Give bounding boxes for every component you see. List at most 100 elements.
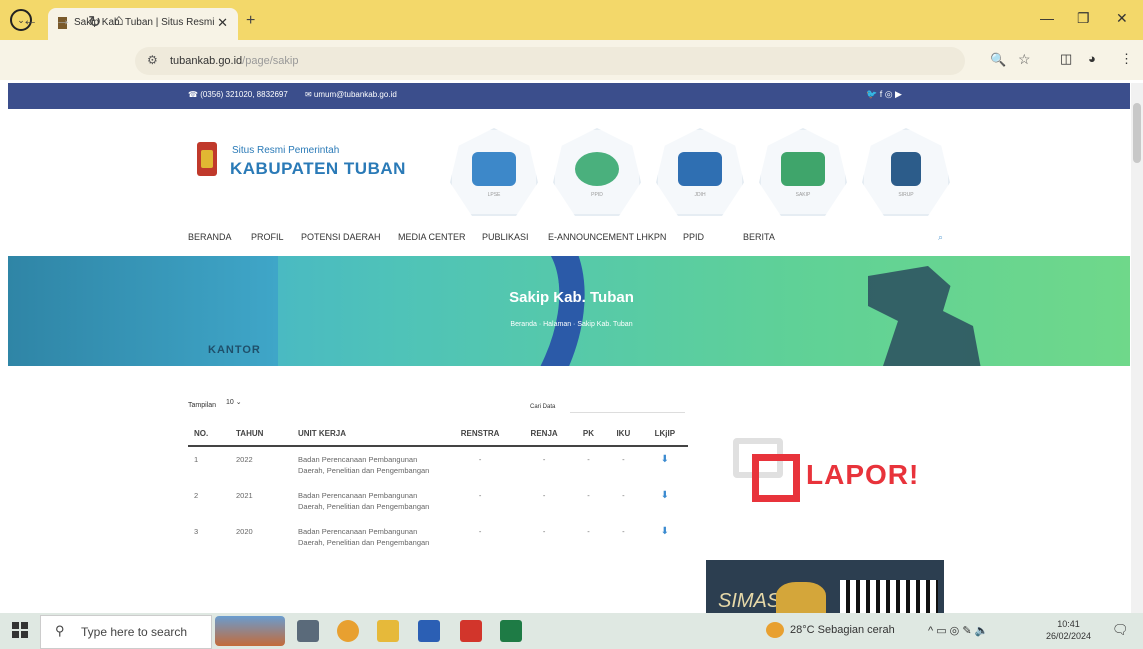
search-input[interactable] [570, 398, 685, 413]
search-highlight-image [215, 616, 285, 646]
sakip-table: NO. TAHUN UNIT KERJA RENSTRA RENJA PK IK… [188, 422, 688, 555]
lpse-icon [472, 152, 516, 186]
cell-iku: - [622, 527, 625, 536]
home-icon[interactable]: ⌂ [114, 12, 124, 30]
col-lkjip: LKjIP [641, 422, 688, 447]
reload-icon[interactable]: ↻ [88, 12, 101, 32]
task-view-icon[interactable] [297, 620, 319, 642]
banner-horse-statue [868, 266, 981, 366]
weather-text[interactable]: 28°C Sebagian cerah [790, 624, 895, 636]
main-menu: BERANDA PROFIL POTENSI DAERAH MEDIA CENT… [188, 232, 988, 248]
simas-banner[interactable]: SIMAS [706, 560, 944, 616]
quick-link-label: SAKIP [795, 192, 811, 198]
menu-item-e-announcement[interactable]: E-ANNOUNCEMENT LHKPN [548, 232, 666, 242]
bookmark-star-icon[interactable]: ☆ [1018, 51, 1031, 68]
table-row: 1 2022 Badan Perencanaan Pembangunan Dae… [188, 446, 688, 483]
menu-item-beranda[interactable]: BERANDA [188, 232, 232, 242]
menu-item-media-center[interactable]: MEDIA CENTER [398, 232, 466, 242]
new-tab-button[interactable]: + [246, 12, 255, 30]
table-row: 2 2021 Badan Perencanaan Pembangunan Dae… [188, 483, 688, 519]
taskbar-search-input[interactable]: ⚲ Type here to search [40, 615, 212, 649]
menu-item-profil[interactable]: PROFIL [251, 232, 284, 242]
cell-renstra: - [478, 455, 482, 464]
clock-date: 26/02/2024 [1046, 631, 1092, 641]
contact-email[interactable]: ✉ umum@tubankab.go.id [305, 90, 397, 99]
download-icon[interactable]: ⬇ [661, 526, 669, 537]
site-info-icon[interactable]: ⚙ [147, 53, 158, 67]
quick-link-lpse[interactable]: LPSE [450, 128, 538, 216]
cell-renstra: - [478, 527, 482, 536]
notification-icon[interactable]: 🗨 [1112, 622, 1129, 638]
cell-tahun: 2022 [236, 455, 253, 464]
url-text[interactable]: tubankab.go.id/page/sakip [170, 55, 298, 67]
quick-link-label: LPSE [487, 192, 501, 198]
system-tray-icons[interactable]: ^ ▭ ◎ ✎ 🔈 [928, 624, 988, 637]
profile-avatar-icon[interactable]: ◕ [1088, 51, 1096, 66]
page-banner: KANTOR [8, 256, 1130, 366]
cell-renja: - [542, 491, 546, 500]
cell-no: 1 [194, 455, 199, 464]
cell-pk: - [587, 491, 590, 500]
word-icon[interactable] [418, 620, 440, 642]
excel-icon[interactable] [500, 620, 522, 642]
minimize-button[interactable]: — [1040, 10, 1054, 26]
social-icons[interactable]: 🐦 f ◎ ▶ [866, 89, 902, 100]
simas-emblem-icon [776, 582, 826, 616]
cell-lkjip: ⬇ [642, 446, 688, 483]
menu-item-potensi-daerah[interactable]: POTENSI DAERAH [301, 232, 381, 242]
scrollbar-thumb[interactable] [1133, 103, 1141, 163]
page-title: Sakip Kab. Tuban [509, 289, 634, 306]
search-label: Cari Data [530, 404, 556, 410]
quick-link-label: PPID [591, 192, 603, 198]
browser-tab[interactable]: Sakip Kab. Tuban | Situs Resmi ✕ [48, 8, 238, 40]
clock-time: 10:41 [1057, 619, 1080, 629]
lapor-banner[interactable]: LAPOR! [806, 459, 919, 491]
windows-start-icon[interactable] [12, 622, 28, 638]
entries-select[interactable]: 10 ⌄ [226, 398, 264, 412]
table-row: 3 2020 Badan Perencanaan Pembangunan Dae… [188, 519, 688, 555]
search-icon[interactable]: ⌕ [938, 232, 943, 243]
chrome-icon[interactable] [337, 620, 359, 642]
entries-value: 10 [226, 399, 234, 406]
page-scrollbar[interactable] [1131, 83, 1143, 615]
restore-button[interactable]: ❐ [1077, 10, 1090, 27]
quick-link-ppid[interactable]: PPID [553, 128, 641, 216]
menu-item-ppid[interactable]: PPID [683, 232, 704, 242]
tuban-crest-logo[interactable] [197, 142, 217, 176]
col-renstra: RENSTRA [444, 422, 517, 447]
site-subtitle: Situs Resmi Pemerintah [232, 145, 340, 156]
sakip-icon [781, 152, 825, 186]
close-window-button[interactable]: ✕ [1116, 10, 1128, 27]
breadcrumb[interactable]: Beranda · Halaman · Sakip Kab. Tuban [0, 321, 1143, 328]
taskbar-search-placeholder: Type here to search [81, 625, 188, 639]
file-explorer-icon[interactable] [377, 620, 399, 642]
quick-link-jdih[interactable]: JDIH [656, 128, 744, 216]
col-tahun: TAHUN [230, 422, 292, 447]
zoom-icon[interactable]: 🔍 [990, 52, 1006, 68]
side-panel-icon[interactable]: ◫ [1060, 51, 1072, 67]
download-icon[interactable]: ⬇ [661, 490, 669, 501]
scales-icon [891, 152, 921, 186]
search-icon: ⚲ [55, 623, 65, 638]
site-contact-bar: ☎ (0356) 321020, 8832697 ✉ umum@tubankab… [8, 83, 1130, 109]
more-menu-icon[interactable]: ⋮ [1120, 51, 1133, 67]
col-renja: RENJA [516, 422, 572, 447]
forward-arrow-icon[interactable]: → [55, 12, 71, 30]
url-host: tubankab.go.id [170, 55, 243, 67]
back-arrow-icon[interactable]: ← [22, 12, 38, 30]
pdf-reader-icon[interactable] [460, 620, 482, 642]
menu-item-publikasi[interactable]: PUBLIKASI [482, 232, 529, 242]
cell-lkjip: ⬇ [642, 483, 688, 519]
cell-iku: - [622, 491, 625, 500]
taskbar-clock[interactable]: 10:41 26/02/2024 [1046, 618, 1091, 642]
quick-link-sakip[interactable]: SAKIP [759, 128, 847, 216]
site-title[interactable]: KABUPATEN TUBAN [230, 159, 406, 179]
banner-kantor-text: KANTOR [208, 344, 261, 356]
tab-close-icon[interactable]: ✕ [217, 15, 228, 31]
cell-renstra: - [478, 491, 482, 500]
menu-item-berita[interactable]: BERITA [743, 232, 775, 242]
cell-tahun: 2020 [236, 527, 253, 536]
quick-link-sirup[interactable]: SIRUP [862, 128, 950, 216]
banner-arc-decoration [317, 256, 631, 366]
download-icon[interactable]: ⬇ [661, 454, 669, 465]
